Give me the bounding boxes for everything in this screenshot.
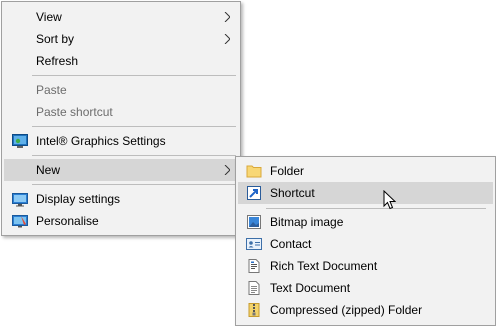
menu-item-label: View (36, 10, 62, 24)
menu-item-label: Folder (270, 164, 305, 178)
display-icon (12, 191, 28, 207)
chevron-right-icon (224, 6, 230, 22)
menu-separator (32, 155, 236, 156)
menu-item-label: Refresh (36, 54, 79, 68)
shortcut-icon (246, 185, 262, 201)
menu-item-label: Sort by (36, 32, 75, 46)
menu-item-label: Bitmap image (270, 215, 344, 229)
submenu-item-contact[interactable]: Contact (238, 233, 493, 255)
desktop-context-menu: View Sort by Refresh Paste Paste shortcu… (1, 1, 241, 236)
menu-item-label: Text Document (270, 281, 351, 295)
menu-item-paste-shortcut: Paste shortcut (4, 101, 238, 123)
menu-separator (32, 75, 236, 76)
menu-item-display-settings[interactable]: Display settings (4, 188, 238, 210)
menu-item-refresh[interactable]: Refresh (4, 50, 238, 72)
mouse-pointer-icon (383, 189, 397, 211)
menu-item-view[interactable]: View (4, 6, 238, 28)
menu-item-intel-graphics-settings[interactable]: Intel® Graphics Settings (4, 130, 238, 152)
submenu-item-bitmap-image[interactable]: Bitmap image (238, 211, 493, 233)
menu-item-label: Paste shortcut (36, 105, 113, 119)
menu-item-label: Contact (270, 237, 312, 251)
menu-item-label: Personalise (36, 214, 99, 228)
menu-item-label: New (36, 163, 61, 177)
chevron-right-icon (224, 159, 230, 175)
folder-icon (246, 163, 262, 179)
submenu-item-folder[interactable]: Folder (238, 160, 493, 182)
menu-item-label: Display settings (36, 192, 121, 206)
menu-item-label: Rich Text Document (270, 259, 378, 273)
bitmap-image-icon (246, 214, 262, 230)
menu-item-label: Shortcut (270, 186, 315, 200)
personalise-icon (12, 213, 28, 229)
rich-text-document-icon (246, 258, 262, 274)
menu-item-personalise[interactable]: Personalise (4, 210, 238, 232)
submenu-item-text-document[interactable]: Text Document (238, 277, 493, 299)
menu-separator (266, 208, 486, 209)
menu-item-sort-by[interactable]: Sort by (4, 28, 238, 50)
zip-folder-icon (246, 302, 262, 318)
menu-item-label: Paste (36, 83, 67, 97)
menu-item-new[interactable]: New (4, 159, 238, 181)
submenu-item-compressed-folder[interactable]: Compressed (zipped) Folder (238, 299, 493, 321)
menu-item-label: Intel® Graphics Settings (36, 134, 166, 148)
menu-separator (32, 184, 236, 185)
submenu-item-rich-text-document[interactable]: Rich Text Document (238, 255, 493, 277)
contact-card-icon (246, 236, 262, 252)
chevron-right-icon (224, 28, 230, 44)
new-submenu: Folder Shortcut Bitmap image Contact Ric… (235, 156, 496, 326)
menu-separator (32, 126, 236, 127)
text-document-icon (246, 280, 262, 296)
menu-item-label: Compressed (zipped) Folder (270, 303, 423, 317)
intel-graphics-icon (12, 133, 28, 149)
submenu-item-shortcut[interactable]: Shortcut (238, 182, 493, 204)
menu-item-paste: Paste (4, 79, 238, 101)
